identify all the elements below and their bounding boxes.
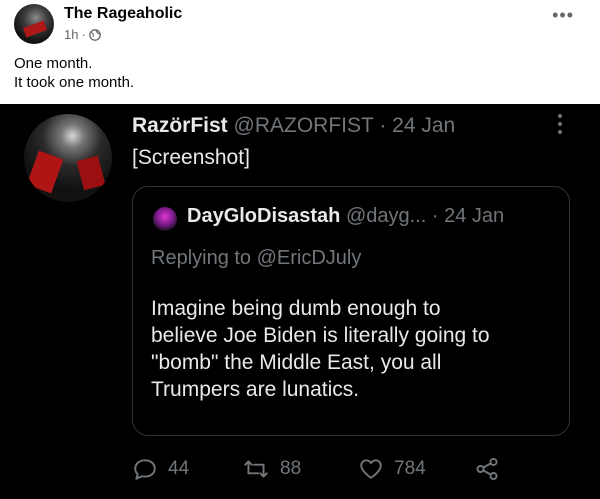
post-meta: 1h · <box>64 27 101 42</box>
tweet-display-name: RazörFist <box>132 114 228 137</box>
tweet-header: RazörFist @RAZORFIST · 24 Jan <box>132 114 455 138</box>
share-action <box>474 456 500 482</box>
meta-separator: · <box>81 27 86 42</box>
quoted-text-line: "bomb" the Middle East, you all <box>151 351 442 374</box>
post-time[interactable]: 1h <box>64 27 78 42</box>
ellipsis-icon[interactable]: ••• <box>552 6 574 24</box>
tweet-screenshot: RazörFist @RAZORFIST · 24 Jan [Screensho… <box>0 104 600 499</box>
retweet-icon <box>244 460 268 478</box>
quoted-avatar <box>153 207 177 231</box>
reply-count: 44 <box>168 458 190 479</box>
quoted-header: DayGloDisastah @dayg... · 24 Jan <box>187 205 504 228</box>
like-action: 784 <box>358 456 426 482</box>
quoted-text-line: believe Joe Biden is literally going to <box>151 324 490 347</box>
reply-action: 44 <box>132 456 189 482</box>
post-text: One month. It took one month. <box>14 54 134 92</box>
quoted-tweet: DayGloDisastah @dayg... · 24 Jan Replyin… <box>132 186 570 436</box>
author-name[interactable]: The Rageaholic <box>64 5 182 23</box>
share-icon <box>476 457 498 481</box>
quoted-handle: @dayg... <box>345 205 427 227</box>
heart-icon <box>360 459 382 479</box>
quoted-date: · 24 Jan <box>431 205 505 227</box>
post-text-line: One month. <box>14 55 93 72</box>
reply-icon <box>134 459 156 480</box>
replying-to: Replying to @EricDJuly <box>151 247 362 269</box>
like-count: 784 <box>394 458 426 479</box>
tweet-actions: 44 88 784 <box>132 456 512 486</box>
retweet-action: 88 <box>242 456 301 482</box>
facebook-post: The Rageaholic 1h · ••• One month. It to… <box>0 0 600 104</box>
quoted-text: Imagine being dumb enough to believe Joe… <box>151 295 561 403</box>
vertical-ellipsis-icon <box>558 114 564 134</box>
quoted-display-name: DayGloDisastah <box>187 205 341 227</box>
tweet-handle: @RAZORFIST <box>233 114 374 137</box>
author-avatar[interactable] <box>14 4 54 44</box>
quoted-text-line: Trumpers are lunatics. <box>151 378 360 401</box>
post-text-line: It took one month. <box>14 74 135 91</box>
retweet-count: 88 <box>280 458 302 479</box>
tweet-text: [Screenshot] <box>132 146 250 169</box>
tweet-avatar <box>24 114 112 202</box>
globe-icon[interactable] <box>88 28 101 41</box>
tweet-date: · 24 Jan <box>379 114 456 137</box>
quoted-text-line: Imagine being dumb enough to <box>151 297 441 320</box>
